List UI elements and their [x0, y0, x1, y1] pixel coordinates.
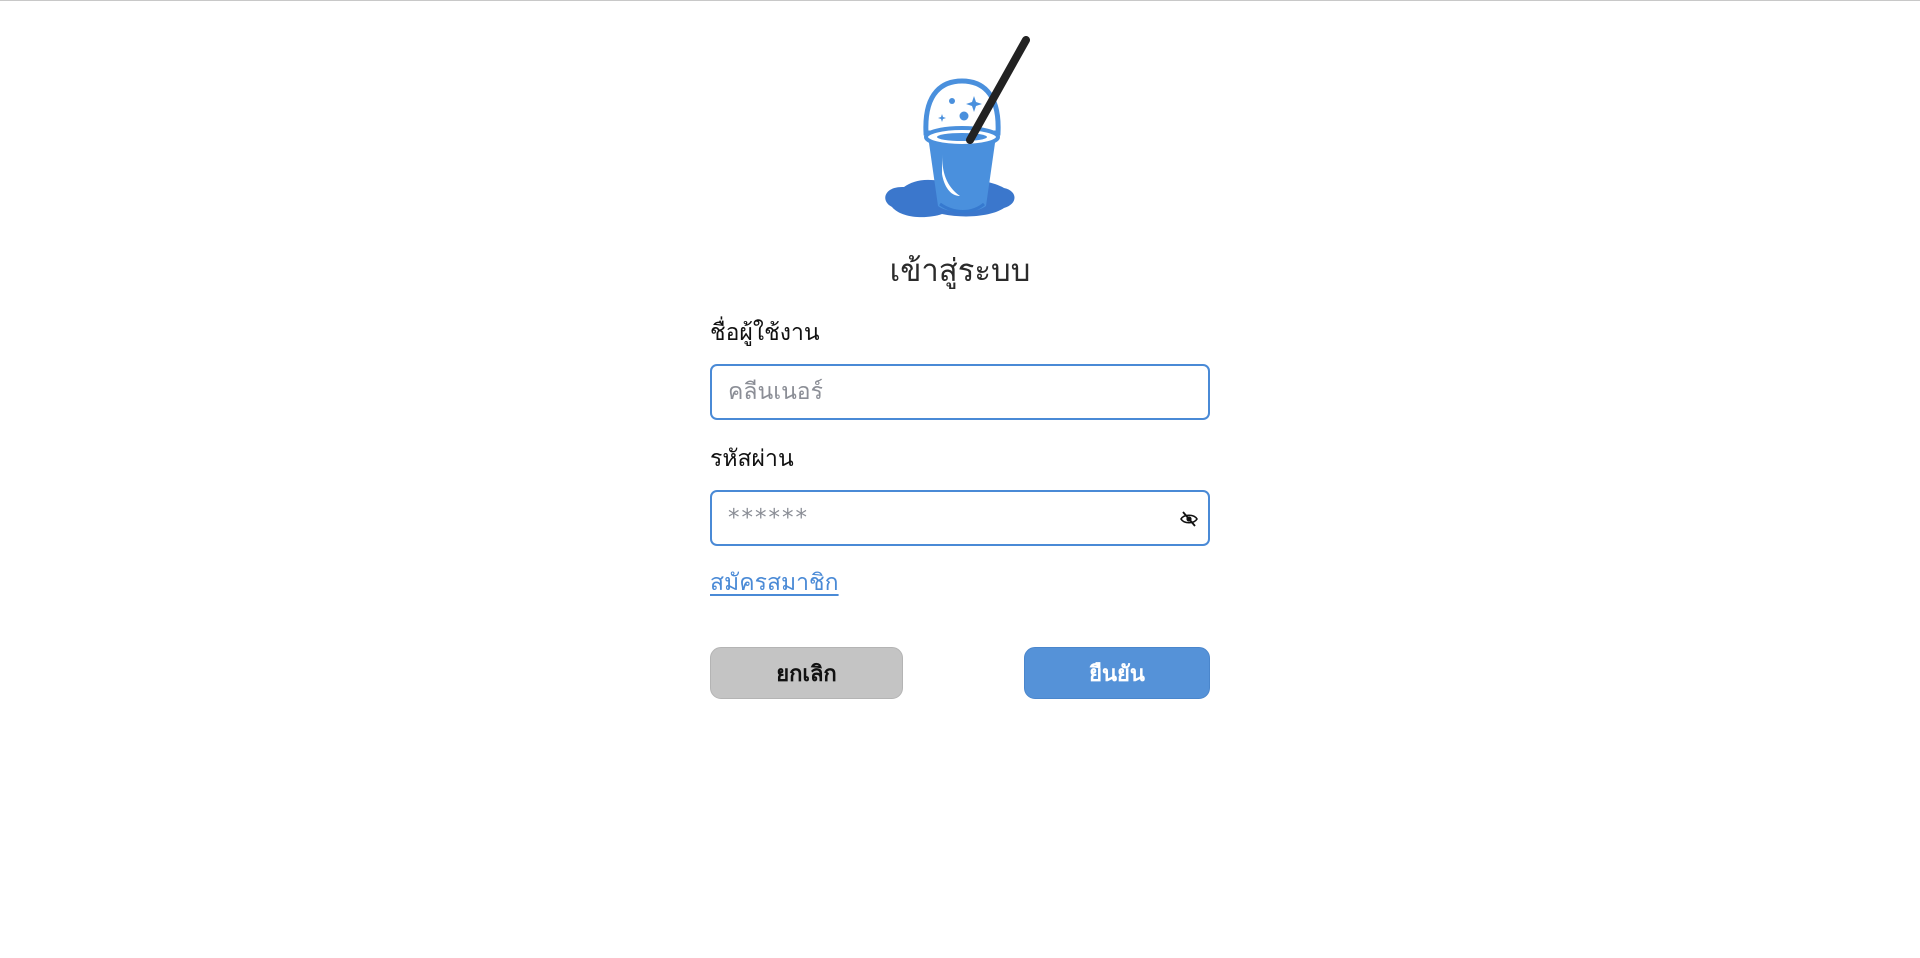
password-input[interactable] [712, 492, 1208, 544]
confirm-button[interactable]: ยืนยัน [1024, 647, 1210, 699]
eye-slash-icon[interactable] [1180, 510, 1198, 528]
page-title: เข้าสู่ระบบ [889, 253, 1031, 289]
action-buttons: ยกเลิก ยืนยัน [710, 647, 1210, 699]
username-input[interactable] [712, 366, 1208, 418]
password-label: รหัสผ่าน [710, 446, 794, 472]
top-border [0, 0, 1920, 1]
username-label: ชื่อผู้ใช้งาน [710, 320, 820, 346]
register-link[interactable]: สมัครสมาชิก [710, 566, 839, 600]
login-form: ชื่อผู้ใช้งาน รหัสผ่าน สมัครสมาชิก [710, 316, 1210, 600]
bucket-logo-icon [885, 36, 1030, 218]
password-field [710, 490, 1210, 546]
cancel-button[interactable]: ยกเลิก [710, 647, 903, 699]
username-field [710, 364, 1210, 420]
